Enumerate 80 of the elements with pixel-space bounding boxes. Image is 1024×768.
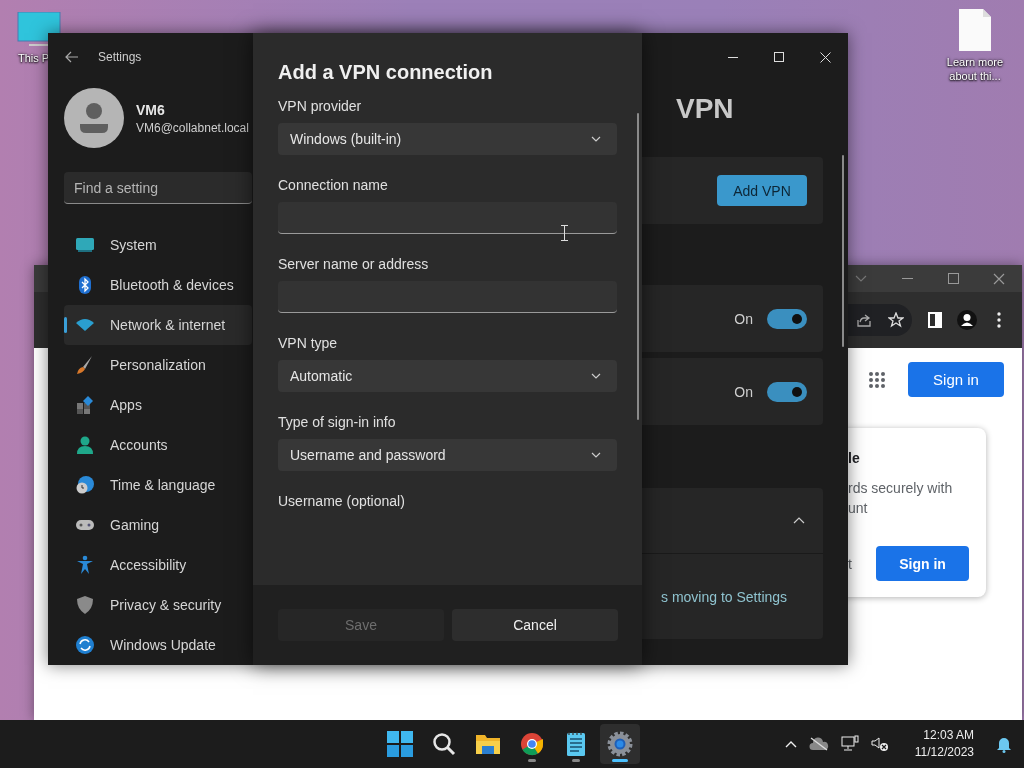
apps-grid-icon[interactable] bbox=[868, 370, 886, 389]
more-menu-icon[interactable] bbox=[997, 312, 1001, 328]
toggle-switch[interactable] bbox=[767, 381, 807, 402]
monitor-icon[interactable] bbox=[17, 12, 61, 48]
dropdown[interactable]: Windows (built-in) bbox=[278, 123, 617, 155]
field-label: Server name or address bbox=[278, 256, 430, 272]
accessibility-icon bbox=[75, 555, 95, 575]
chevron-down-icon[interactable] bbox=[855, 275, 867, 282]
clock-date: 11/12/2023 bbox=[914, 744, 974, 761]
avatar-icon[interactable] bbox=[64, 88, 124, 148]
network-icon[interactable] bbox=[840, 735, 859, 753]
share-icon[interactable] bbox=[856, 312, 872, 328]
system-icon bbox=[75, 235, 95, 255]
field-label: VPN type bbox=[278, 335, 339, 351]
sidebar-item[interactable]: Accounts bbox=[64, 425, 252, 465]
card-text: t bbox=[847, 554, 852, 574]
back-arrow-icon[interactable] bbox=[65, 51, 79, 63]
card-heading: le bbox=[847, 450, 861, 466]
apps-icon bbox=[75, 395, 95, 415]
chevron-down-icon bbox=[591, 452, 601, 458]
user-name: VM6 bbox=[136, 101, 166, 118]
sidebar-item[interactable]: System bbox=[64, 225, 252, 265]
privacy-icon bbox=[75, 595, 95, 615]
dropdown[interactable]: Username and password bbox=[278, 439, 617, 471]
field-label: VPN provider bbox=[278, 98, 363, 114]
sidebar-item[interactable]: Bluetooth & devices bbox=[64, 265, 252, 305]
cancel-button[interactable]: Cancel bbox=[452, 609, 618, 641]
sidebar-item[interactable]: Time & language bbox=[64, 465, 252, 505]
time-icon bbox=[75, 475, 95, 495]
card-text: unt bbox=[848, 499, 869, 518]
chrome-icon bbox=[520, 732, 544, 756]
windows-logo-icon bbox=[387, 731, 413, 757]
chevron-down-icon bbox=[591, 373, 601, 379]
search-icon bbox=[432, 732, 456, 756]
dropdown[interactable]: Automatic bbox=[278, 360, 617, 392]
window-title: Settings bbox=[98, 50, 142, 64]
clock-time: 12:03 AM bbox=[923, 727, 974, 744]
document-icon[interactable] bbox=[958, 8, 992, 52]
search-field[interactable]: Find a setting bbox=[64, 172, 252, 204]
desktop-icon-label: Learn more about thi... bbox=[945, 56, 1005, 84]
desktop-icon-label: This P bbox=[17, 52, 50, 66]
toggle-label: On bbox=[734, 383, 753, 400]
folder-icon bbox=[475, 732, 501, 756]
sidebar-item[interactable]: Windows Update bbox=[64, 625, 252, 665]
bell-icon[interactable] bbox=[996, 735, 1012, 753]
text-cursor-icon bbox=[561, 225, 568, 241]
field-label: Connection name bbox=[278, 177, 389, 193]
sign-in-button[interactable]: Sign in bbox=[908, 362, 1004, 397]
taskbar-button[interactable] bbox=[600, 724, 640, 764]
card-text: rds securely with bbox=[848, 479, 954, 498]
input-field[interactable] bbox=[278, 202, 617, 234]
chevron-up-icon[interactable] bbox=[793, 517, 805, 524]
side-panel-icon[interactable] bbox=[928, 312, 942, 328]
sidebar-item[interactable]: Network & internet bbox=[64, 305, 252, 345]
star-icon[interactable] bbox=[888, 312, 904, 328]
update-icon bbox=[75, 635, 95, 655]
minimize-icon[interactable] bbox=[728, 56, 738, 58]
cloud-off-icon[interactable] bbox=[808, 737, 829, 751]
profile-icon[interactable] bbox=[957, 310, 977, 330]
sidebar-item[interactable]: Privacy & security bbox=[64, 585, 252, 625]
sidebar-item[interactable]: Accessibility bbox=[64, 545, 252, 585]
toggle-label: On bbox=[734, 310, 753, 327]
sidebar-item[interactable]: Gaming bbox=[64, 505, 252, 545]
link[interactable]: s moving to Settings bbox=[661, 588, 788, 605]
accounts-icon bbox=[75, 435, 95, 455]
sidebar-item[interactable]: Personalization bbox=[64, 345, 252, 385]
sign-in-button[interactable]: Sign in bbox=[876, 546, 969, 581]
gear-icon bbox=[607, 731, 633, 757]
toggle-switch[interactable] bbox=[767, 308, 807, 329]
field-label: Type of sign-in info bbox=[278, 414, 397, 430]
input-field[interactable] bbox=[278, 281, 617, 313]
notepad-icon bbox=[566, 731, 586, 757]
field-label: Username (optional) bbox=[278, 493, 406, 509]
sidebar-item[interactable]: Apps bbox=[64, 385, 252, 425]
add-vpn-button[interactable]: Add VPN bbox=[717, 175, 807, 206]
speaker-muted-icon[interactable] bbox=[870, 736, 889, 752]
dialog-title: Add a VPN connection bbox=[278, 61, 494, 84]
chevron-down-icon bbox=[591, 136, 601, 142]
user-email: VM6@collabnet.local bbox=[136, 120, 249, 135]
page-title: VPN bbox=[675, 93, 735, 126]
